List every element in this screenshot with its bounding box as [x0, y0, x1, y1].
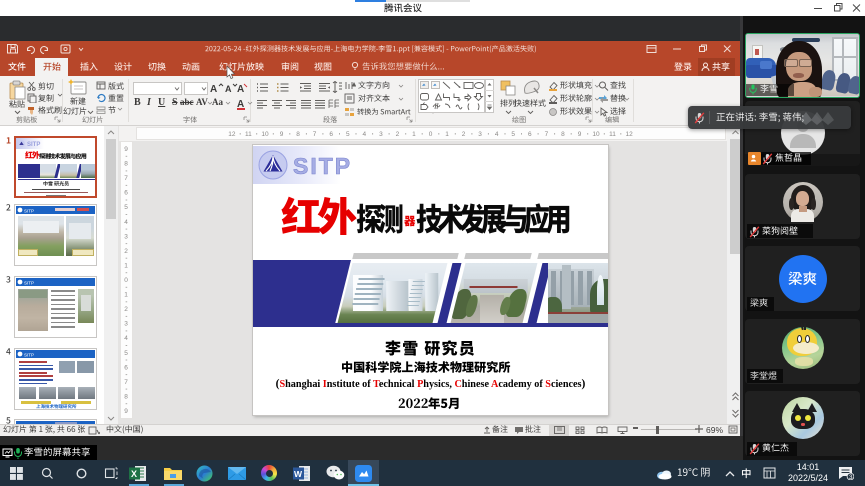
- svg-text:4: 4: [124, 335, 128, 342]
- svg-text:SITP: SITP: [24, 353, 34, 358]
- svg-text:W: W: [294, 469, 303, 479]
- svg-text:6: 6: [329, 131, 333, 138]
- svg-text:7: 7: [124, 175, 128, 182]
- svg-text:0: 0: [429, 131, 433, 138]
- svg-text:2: 2: [462, 131, 466, 138]
- svg-text:8: 8: [124, 161, 128, 168]
- svg-text:10: 10: [592, 131, 600, 138]
- svg-text:12: 12: [228, 131, 236, 138]
- svg-text:6: 6: [124, 190, 128, 197]
- svg-text:3: 3: [478, 131, 482, 138]
- svg-text:SITP: SITP: [293, 153, 352, 179]
- svg-text:4: 4: [362, 131, 366, 138]
- svg-text:8: 8: [561, 131, 565, 138]
- svg-text:8: 8: [124, 393, 128, 400]
- svg-text:7: 7: [545, 131, 549, 138]
- svg-text:10: 10: [261, 131, 269, 138]
- svg-text:11: 11: [609, 131, 616, 138]
- svg-text:9: 9: [578, 131, 582, 138]
- svg-text:SITP: SITP: [24, 209, 34, 214]
- svg-text:3: 3: [379, 131, 383, 138]
- svg-text:1: 1: [412, 131, 416, 138]
- svg-text:12: 12: [625, 131, 633, 138]
- svg-text:6: 6: [528, 131, 532, 138]
- svg-text:9: 9: [124, 408, 128, 415]
- svg-text:7: 7: [124, 379, 128, 386]
- svg-text:7: 7: [313, 131, 317, 138]
- svg-text:5: 5: [124, 204, 128, 211]
- svg-text:1: 1: [124, 262, 128, 269]
- svg-text:2: 2: [124, 306, 128, 313]
- svg-text:5: 5: [346, 131, 350, 138]
- svg-text:3: 3: [124, 233, 128, 240]
- svg-text:2: 2: [396, 131, 400, 138]
- svg-text:11: 11: [245, 131, 252, 138]
- svg-text:3: 3: [849, 474, 853, 480]
- svg-text:5: 5: [124, 350, 128, 357]
- svg-text:0: 0: [124, 277, 128, 284]
- svg-text:3: 3: [124, 321, 128, 328]
- svg-text:SITP: SITP: [27, 142, 40, 148]
- svg-text:8: 8: [296, 131, 300, 138]
- svg-text:5: 5: [511, 131, 515, 138]
- svg-text:2: 2: [124, 248, 128, 255]
- svg-text:1: 1: [124, 292, 128, 299]
- svg-text:1: 1: [445, 131, 449, 138]
- svg-text:4: 4: [495, 131, 499, 138]
- svg-text:6: 6: [124, 364, 128, 371]
- svg-text:9: 9: [124, 146, 128, 153]
- svg-text:X: X: [131, 469, 137, 479]
- svg-text:4: 4: [124, 219, 128, 226]
- svg-text:9: 9: [280, 131, 284, 138]
- svg-text:SITP: SITP: [24, 281, 34, 286]
